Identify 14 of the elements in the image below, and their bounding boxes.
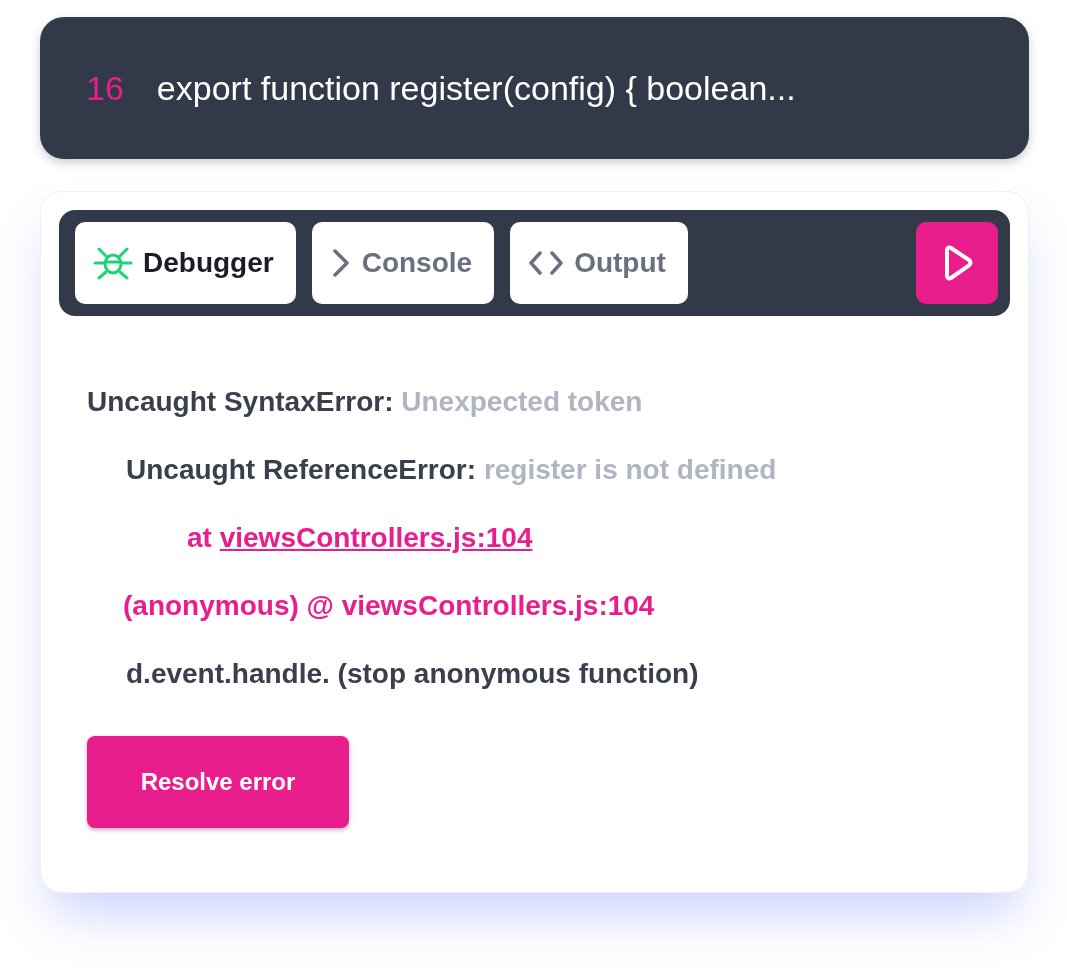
- code-text: export function register(config) { boolean...: [156, 67, 796, 109]
- line-number: 16: [86, 67, 124, 109]
- resolve-button[interactable]: Resolve error: [87, 736, 349, 828]
- file-link[interactable]: viewsControllers.js:104: [219, 522, 533, 553]
- code-icon: [528, 250, 565, 276]
- run-button[interactable]: [916, 222, 998, 304]
- error-message: Uncaught ReferenceError: register is not defined: [126, 453, 777, 487]
- error-location: at viewsControllers.js:104: [187, 521, 533, 555]
- tab[interactable]: Output: [510, 222, 688, 304]
- stack-frame: d.event.handle. (stop anonymous function): [126, 653, 699, 695]
- stack-frame: (anonymous) @ viewsControllers.js:104: [123, 585, 655, 627]
- tab[interactable]: Debugger: [75, 222, 296, 304]
- tab[interactable]: Console: [311, 222, 495, 304]
- error-message: Uncaught SyntaxError: Unexpected token: [87, 385, 643, 419]
